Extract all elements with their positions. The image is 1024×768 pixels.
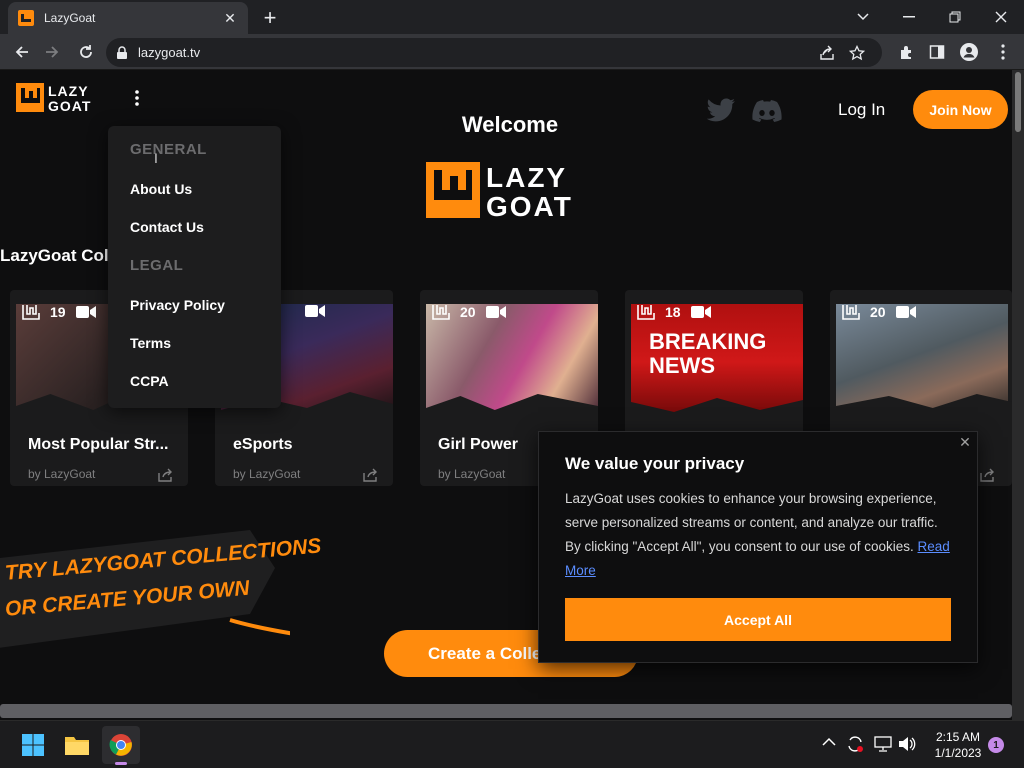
- stream-count: 18: [665, 304, 681, 320]
- clock-date: 1/1/2023: [934, 746, 982, 760]
- bookmark-star-icon[interactable]: [842, 41, 872, 65]
- url-text: lazygoat.tv: [138, 45, 201, 60]
- horizontal-scrollbar[interactable]: [0, 704, 1012, 718]
- menu-item-contact-us[interactable]: Contact Us: [130, 219, 204, 235]
- page-viewport: LAZY GOAT Welcome LAZY GOAT Log In Join …: [0, 70, 1024, 720]
- stream-count: 19: [50, 304, 66, 320]
- chevron-up-icon[interactable]: [822, 737, 836, 747]
- site-menu-dropdown: GENERAL About Us Contact Us LEGAL Privac…: [108, 126, 281, 408]
- svg-text:LAZY: LAZY: [48, 83, 89, 99]
- address-bar[interactable]: lazygoat.tv: [106, 38, 882, 67]
- tab-search-icon[interactable]: [840, 4, 886, 30]
- menu-item-ccpa[interactable]: CCPA: [130, 373, 169, 389]
- chrome-taskbar-icon[interactable]: [102, 726, 140, 765]
- notification-badge[interactable]: 1: [988, 737, 1004, 753]
- profile-icon[interactable]: [954, 38, 984, 66]
- card-title: Girl Power: [438, 436, 519, 453]
- svg-text:GOAT: GOAT: [48, 98, 91, 113]
- close-icon[interactable]: ✕: [957, 434, 973, 450]
- lock-icon: [117, 45, 127, 59]
- sync-icon[interactable]: [846, 735, 864, 753]
- card-author: by LazyGoat: [233, 467, 301, 481]
- lazygoat-hero-logo: LAZY GOAT: [426, 162, 602, 220]
- share-icon[interactable]: [363, 468, 379, 482]
- browser-tab[interactable]: LazyGoat ✕: [8, 2, 248, 34]
- close-window-button[interactable]: [978, 4, 1024, 30]
- network-icon[interactable]: [874, 736, 892, 752]
- welcome-heading: Welcome: [461, 112, 559, 137]
- menu-heading-legal: LEGAL: [130, 257, 184, 274]
- system-clock[interactable]: 2:15 AM 1/1/2023: [918, 729, 998, 761]
- tab-close-icon[interactable]: ✕: [222, 10, 238, 26]
- back-button[interactable]: [8, 38, 36, 66]
- discord-icon[interactable]: [752, 100, 782, 122]
- volume-icon[interactable]: [898, 736, 916, 752]
- clock-time: 2:15 AM: [935, 730, 981, 744]
- card-author: by LazyGoat: [28, 467, 96, 481]
- collection-icon: [432, 305, 450, 320]
- stream-count: 20: [460, 304, 476, 320]
- card-title: eSports: [233, 436, 293, 453]
- cookie-body: LazyGoat uses cookies to enhance your br…: [565, 487, 955, 583]
- vertical-scrollbar[interactable]: [1012, 70, 1024, 720]
- card-meta: 19: [22, 304, 96, 320]
- card-author: by LazyGoat: [438, 467, 506, 481]
- card-meta: 20: [432, 304, 506, 320]
- video-camera-icon: [895, 306, 916, 318]
- file-explorer-icon[interactable]: [58, 726, 96, 764]
- menu-item-privacy-policy[interactable]: Privacy Policy: [130, 297, 225, 313]
- new-tab-button[interactable]: +: [258, 5, 282, 30]
- video-camera-icon: [305, 305, 325, 317]
- text-cursor-icon: I: [154, 150, 158, 166]
- menu-item-about-us[interactable]: About Us: [130, 181, 192, 197]
- card-meta: 18: [637, 304, 711, 320]
- cookie-title: We value your privacy: [565, 454, 745, 473]
- vertical-scrollbar-thumb[interactable]: [1015, 72, 1021, 132]
- minimize-button[interactable]: [886, 4, 932, 30]
- extensions-icon[interactable]: [892, 38, 922, 66]
- share-icon[interactable]: [812, 41, 842, 65]
- twitter-icon[interactable]: [706, 98, 736, 124]
- card-meta: 20: [842, 304, 916, 320]
- video-camera-icon: [75, 306, 96, 318]
- accept-all-button[interactable]: Accept All: [565, 598, 951, 641]
- share-icon[interactable]: [980, 468, 996, 482]
- browser-toolbar: lazygoat.tv: [0, 34, 1024, 70]
- lazygoat-favicon-icon: [18, 10, 34, 26]
- collections-banner: TRY LAZYGOAT COLLECTIONS OR CREATE YOUR …: [0, 528, 322, 658]
- stream-count: 20: [870, 304, 886, 320]
- breaking-news-text: BREAKING NEWS: [649, 329, 767, 378]
- site-menu-icon[interactable]: [130, 88, 144, 110]
- share-icon[interactable]: [158, 468, 174, 482]
- windows-start-icon[interactable]: [14, 726, 52, 764]
- card-title: Most Popular Str...: [28, 436, 169, 453]
- forward-button[interactable]: [38, 38, 66, 66]
- restore-button[interactable]: [932, 4, 978, 30]
- collection-icon: [637, 305, 655, 320]
- login-link[interactable]: Log In: [838, 100, 885, 120]
- tab-title: LazyGoat: [44, 11, 96, 25]
- menu-item-terms[interactable]: Terms: [130, 335, 171, 351]
- browser-tabstrip: LazyGoat ✕ +: [0, 0, 1024, 34]
- cookie-body-text: LazyGoat uses cookies to enhance your br…: [565, 491, 938, 554]
- svg-text:GOAT: GOAT: [486, 191, 573, 220]
- video-camera-icon: [690, 306, 711, 318]
- lazygoat-logo[interactable]: LAZY GOAT: [16, 83, 108, 113]
- svg-text:LAZY: LAZY: [486, 162, 567, 193]
- collection-icon: [842, 305, 860, 320]
- video-camera-icon: [485, 306, 506, 318]
- windows-taskbar: 2:15 AM 1/1/2023 1: [0, 720, 1024, 768]
- collection-icon: [22, 305, 40, 320]
- browser-menu-icon[interactable]: [988, 38, 1018, 66]
- menu-heading-general: GENERAL: [130, 141, 207, 158]
- side-panel-icon[interactable]: [922, 38, 952, 66]
- join-now-button[interactable]: Join Now: [913, 90, 1008, 129]
- cookie-consent-dialog: ✕ We value your privacy LazyGoat uses co…: [538, 431, 978, 663]
- reload-button[interactable]: [72, 38, 100, 66]
